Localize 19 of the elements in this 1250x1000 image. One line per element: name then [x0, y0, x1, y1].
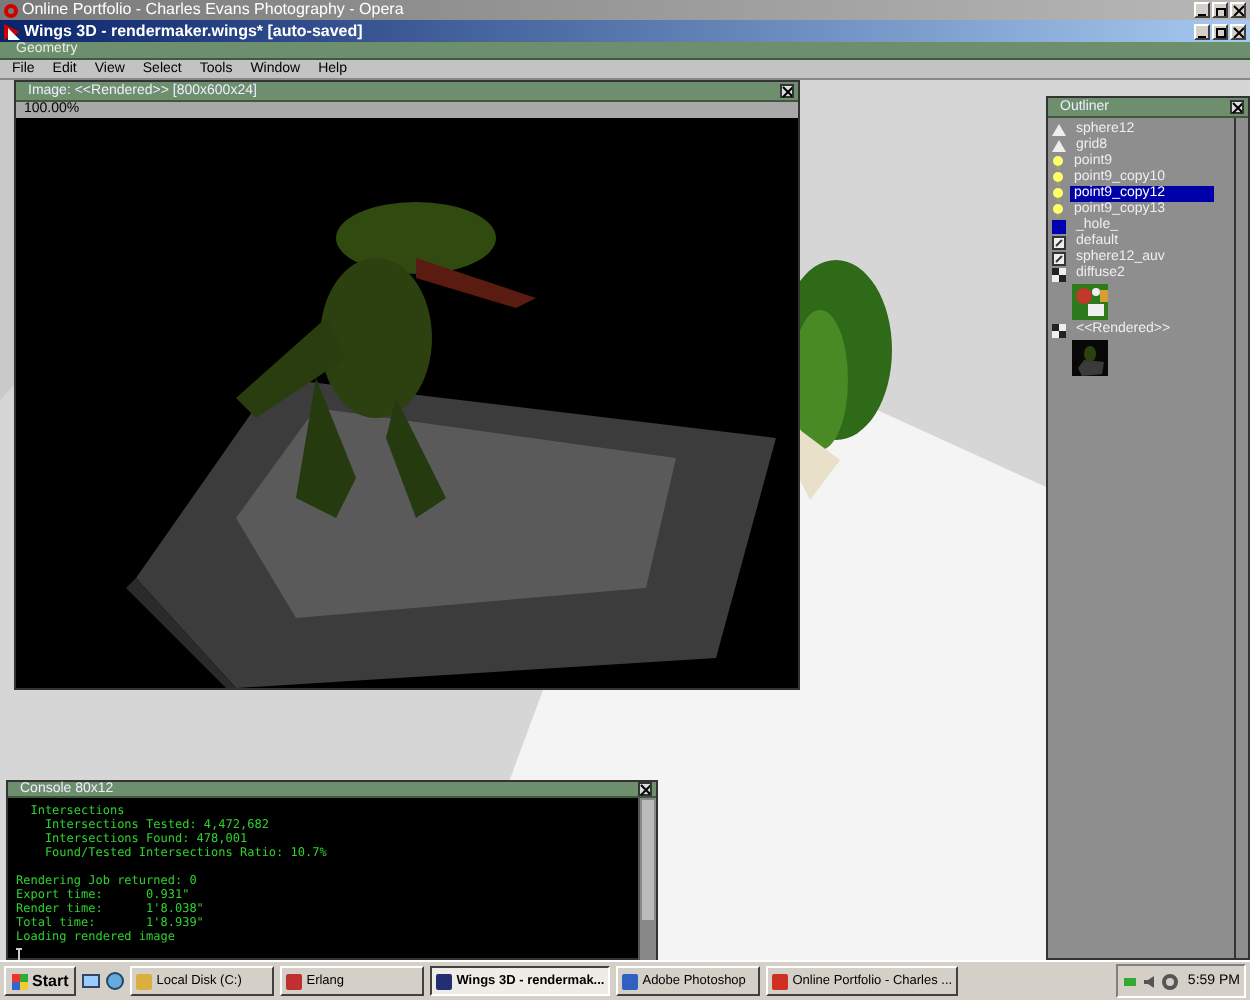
- app-icon: [286, 973, 303, 989]
- app-icon: [436, 973, 453, 989]
- close-icon[interactable]: [1230, 2, 1246, 18]
- app-icon: [772, 973, 789, 989]
- app-icon: [622, 973, 639, 989]
- restore-icon[interactable]: [1212, 2, 1228, 18]
- close-icon[interactable]: [1230, 23, 1246, 39]
- window-title: Wings 3D - rendermaker.wings* [auto-saved]: [24, 21, 363, 41]
- window-title: Online Portfolio - Charles Evans Photography - Opera: [22, 0, 404, 20]
- app-icon: [136, 973, 153, 989]
- windows-logo-icon: [12, 973, 28, 989]
- minimize-icon[interactable]: [1194, 23, 1210, 39]
- desktop-icon[interactable]: [82, 972, 101, 990]
- app-icon: [4, 23, 20, 39]
- maximize-icon[interactable]: [1212, 23, 1228, 39]
- start-button[interactable]: Start: [4, 966, 77, 996]
- speaker-icon[interactable]: [1141, 973, 1158, 989]
- browser-icon[interactable]: [106, 972, 125, 990]
- minimize-icon[interactable]: [1194, 2, 1210, 18]
